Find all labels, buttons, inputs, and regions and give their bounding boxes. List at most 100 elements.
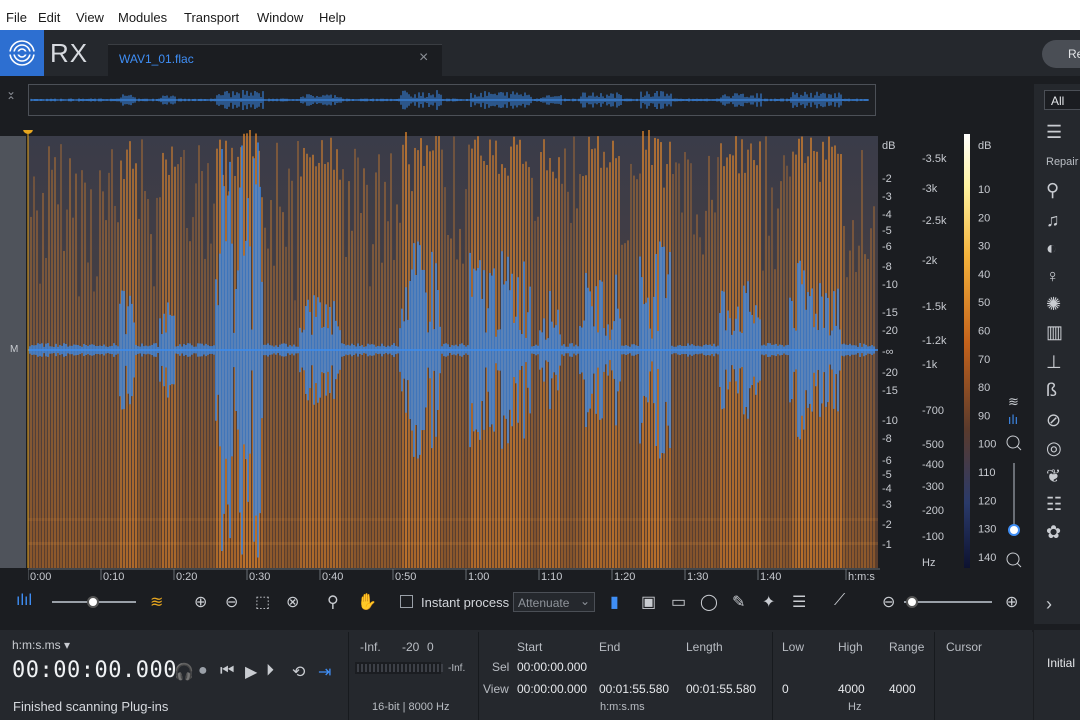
de-plosive-icon[interactable]: ⚲ [1046,180,1059,201]
loop-button[interactable]: ⟲ [292,662,305,682]
colorbar-tick-label: 60 [978,326,990,338]
harmonic-selection-icon[interactable]: ☰ [792,592,806,612]
go-to-start-button[interactable]: ⏮ [220,662,234,680]
module-filter-select[interactable]: All [1044,90,1080,110]
high-field[interactable]: 4000 [838,682,865,696]
zoom-full-icon[interactable]: ⊗ [286,592,299,612]
menu-bar: File Edit View Modules Transport Window … [0,0,1080,30]
sel-start-field[interactable]: 00:00:00.000 [517,660,587,674]
view-length-field[interactable]: 00:01:55.580 [686,682,756,696]
hz-tick-label: -200 [922,505,944,517]
frequency-unit: Hz [848,701,862,713]
db-tick-label: -1 [882,539,892,551]
timecode-format-label: h:m:s.ms [12,638,61,652]
de-reverb-icon[interactable]: ⊘ [1046,410,1061,431]
zoom-out-icon[interactable]: ⊖ [225,592,238,612]
spectrogram-streak [564,148,566,568]
view-start-field[interactable]: 00:00:00.000 [517,682,587,696]
waveform-spectrogram-blend-slider[interactable] [50,594,140,610]
ambience-match-icon[interactable]: ◎ [1046,438,1062,459]
db-tick-label: -3 [882,499,892,511]
hz-tick-label: -400 [922,459,944,471]
colorbar-tick-label: 80 [978,382,990,394]
vertical-zoom-controls[interactable]: ≋ ılı [1006,395,1022,568]
menu-window[interactable]: Window [257,10,303,25]
spectrogram-streak [204,258,206,568]
breath-control-icon[interactable]: ❦ [1046,466,1061,487]
waveform-overview[interactable] [28,84,876,116]
voice-de-noise-icon[interactable]: ♫ [1046,210,1060,231]
follow-playhead-button[interactable]: ⇥ [318,662,331,682]
spectrogram-view[interactable]: dB -2 -3 -4 -5 -6 -8 -10 -15 -20 -∞ -20 -15 -10 -8 -6 -5… [0,130,1032,570]
meter-segment [373,664,375,672]
spectrogram-streak [576,208,578,568]
menu-help[interactable]: Help [319,10,346,25]
meter-segment [413,664,415,672]
menu-modules[interactable]: Modules [118,10,167,25]
spectrogram-streak [105,220,107,568]
menu-transport[interactable]: Transport [184,10,239,25]
time-tick-label: 0:20 [176,571,197,583]
menu-file[interactable]: File [6,10,27,25]
harmonic-band [28,542,878,545]
de-crackle-icon[interactable]: ⊥ [1046,352,1062,373]
play-selection-button[interactable]: ⏵ [266,662,274,680]
range-field[interactable]: 4000 [889,682,916,696]
de-bleed-icon[interactable]: ▥ [1046,322,1063,343]
horizontal-zoom-slider[interactable] [900,594,996,610]
eq-match-icon[interactable]: ☷ [1046,494,1062,515]
headphones-icon[interactable]: 🎧 [174,662,194,682]
instant-process-checkbox[interactable] [400,595,413,608]
frequency-selection-tool-icon[interactable]: ▣ [641,592,656,612]
meter-segment [393,664,395,672]
magic-wand-icon[interactable]: ✦ [762,592,775,612]
spectrogram-streak [708,155,710,568]
timecode-display: 00:00:00.000 [12,658,177,683]
de-clip-icon[interactable]: ◐ [1046,238,1057,259]
zoom-selection-icon[interactable]: ⬚ [255,592,270,612]
module-list-icon[interactable]: ☰ [1046,122,1062,143]
horizontal-zoom-out-icon[interactable]: ⊖ [882,592,895,612]
menu-edit[interactable]: Edit [38,10,60,25]
mouth-de-click-icon[interactable]: ♀ [1046,266,1060,287]
spectrogram-streak [684,152,686,568]
spectrogram-streak [786,165,788,568]
timecode-format[interactable]: h:m:s.ms ▾ [12,638,70,652]
collapse-overview-icon[interactable]: ⌄ ⌃ [6,85,16,107]
de-hum-icon[interactable]: ✺ [1046,294,1061,315]
rx-logo-icon[interactable] [0,30,44,76]
play-button[interactable]: ▶ [245,662,257,682]
chevron-right-icon[interactable]: › [1046,594,1052,615]
de-ess-icon[interactable]: ß [1046,380,1057,401]
spectrogram-streak [498,173,500,569]
lasso-tool-icon[interactable]: ◯ [700,592,718,612]
waveform-view-icon[interactable]: ılıl [16,592,32,610]
close-tab-icon[interactable]: × [419,49,428,67]
time-frequency-selection-tool-icon[interactable]: ▭ [671,592,686,612]
top-right-button[interactable]: Re [1042,40,1080,68]
meter-label-inf: -Inf. [360,640,381,654]
colorbar-tick-label: 90 [978,410,990,422]
spectrogram-view-icon[interactable]: ≋ [150,592,163,612]
zoom-in-icon[interactable]: ⊕ [194,592,207,612]
hand-tool-icon[interactable]: ✋ [357,592,377,612]
brush-tool-icon[interactable]: ✎ [732,592,745,612]
view-end-field[interactable]: 00:01:55.580 [599,682,669,696]
low-field[interactable]: 0 [782,682,789,696]
spectrogram-streak [354,148,356,568]
spectrogram-streak [396,204,398,568]
record-button[interactable]: ● [198,662,208,680]
horizontal-zoom-in-icon[interactable]: ⊕ [1005,592,1018,612]
time-ruler[interactable]: 0:00 0:10 0:20 0:30 0:40 0:50 1:00 1:10 1:20 1:30… [28,568,880,584]
process-mode-select[interactable]: Attenuate ⌄ [513,592,595,612]
file-tab-label[interactable]: WAV1_01.flac [119,52,194,66]
view-row-label: View [483,682,509,696]
spectrogram-streak [399,222,401,568]
zoom-tool-icon[interactable]: ⚲ [327,592,339,612]
status-text: Finished scanning Plug-ins [13,699,169,714]
menu-view[interactable]: View [76,10,104,25]
time-selection-tool-icon[interactable]: ▮ [610,592,619,612]
envelope-tool-icon[interactable]: ⟋ [834,592,845,610]
spectrogram-streak [156,197,158,568]
spectral-repair-icon[interactable]: ✿ [1046,522,1061,543]
